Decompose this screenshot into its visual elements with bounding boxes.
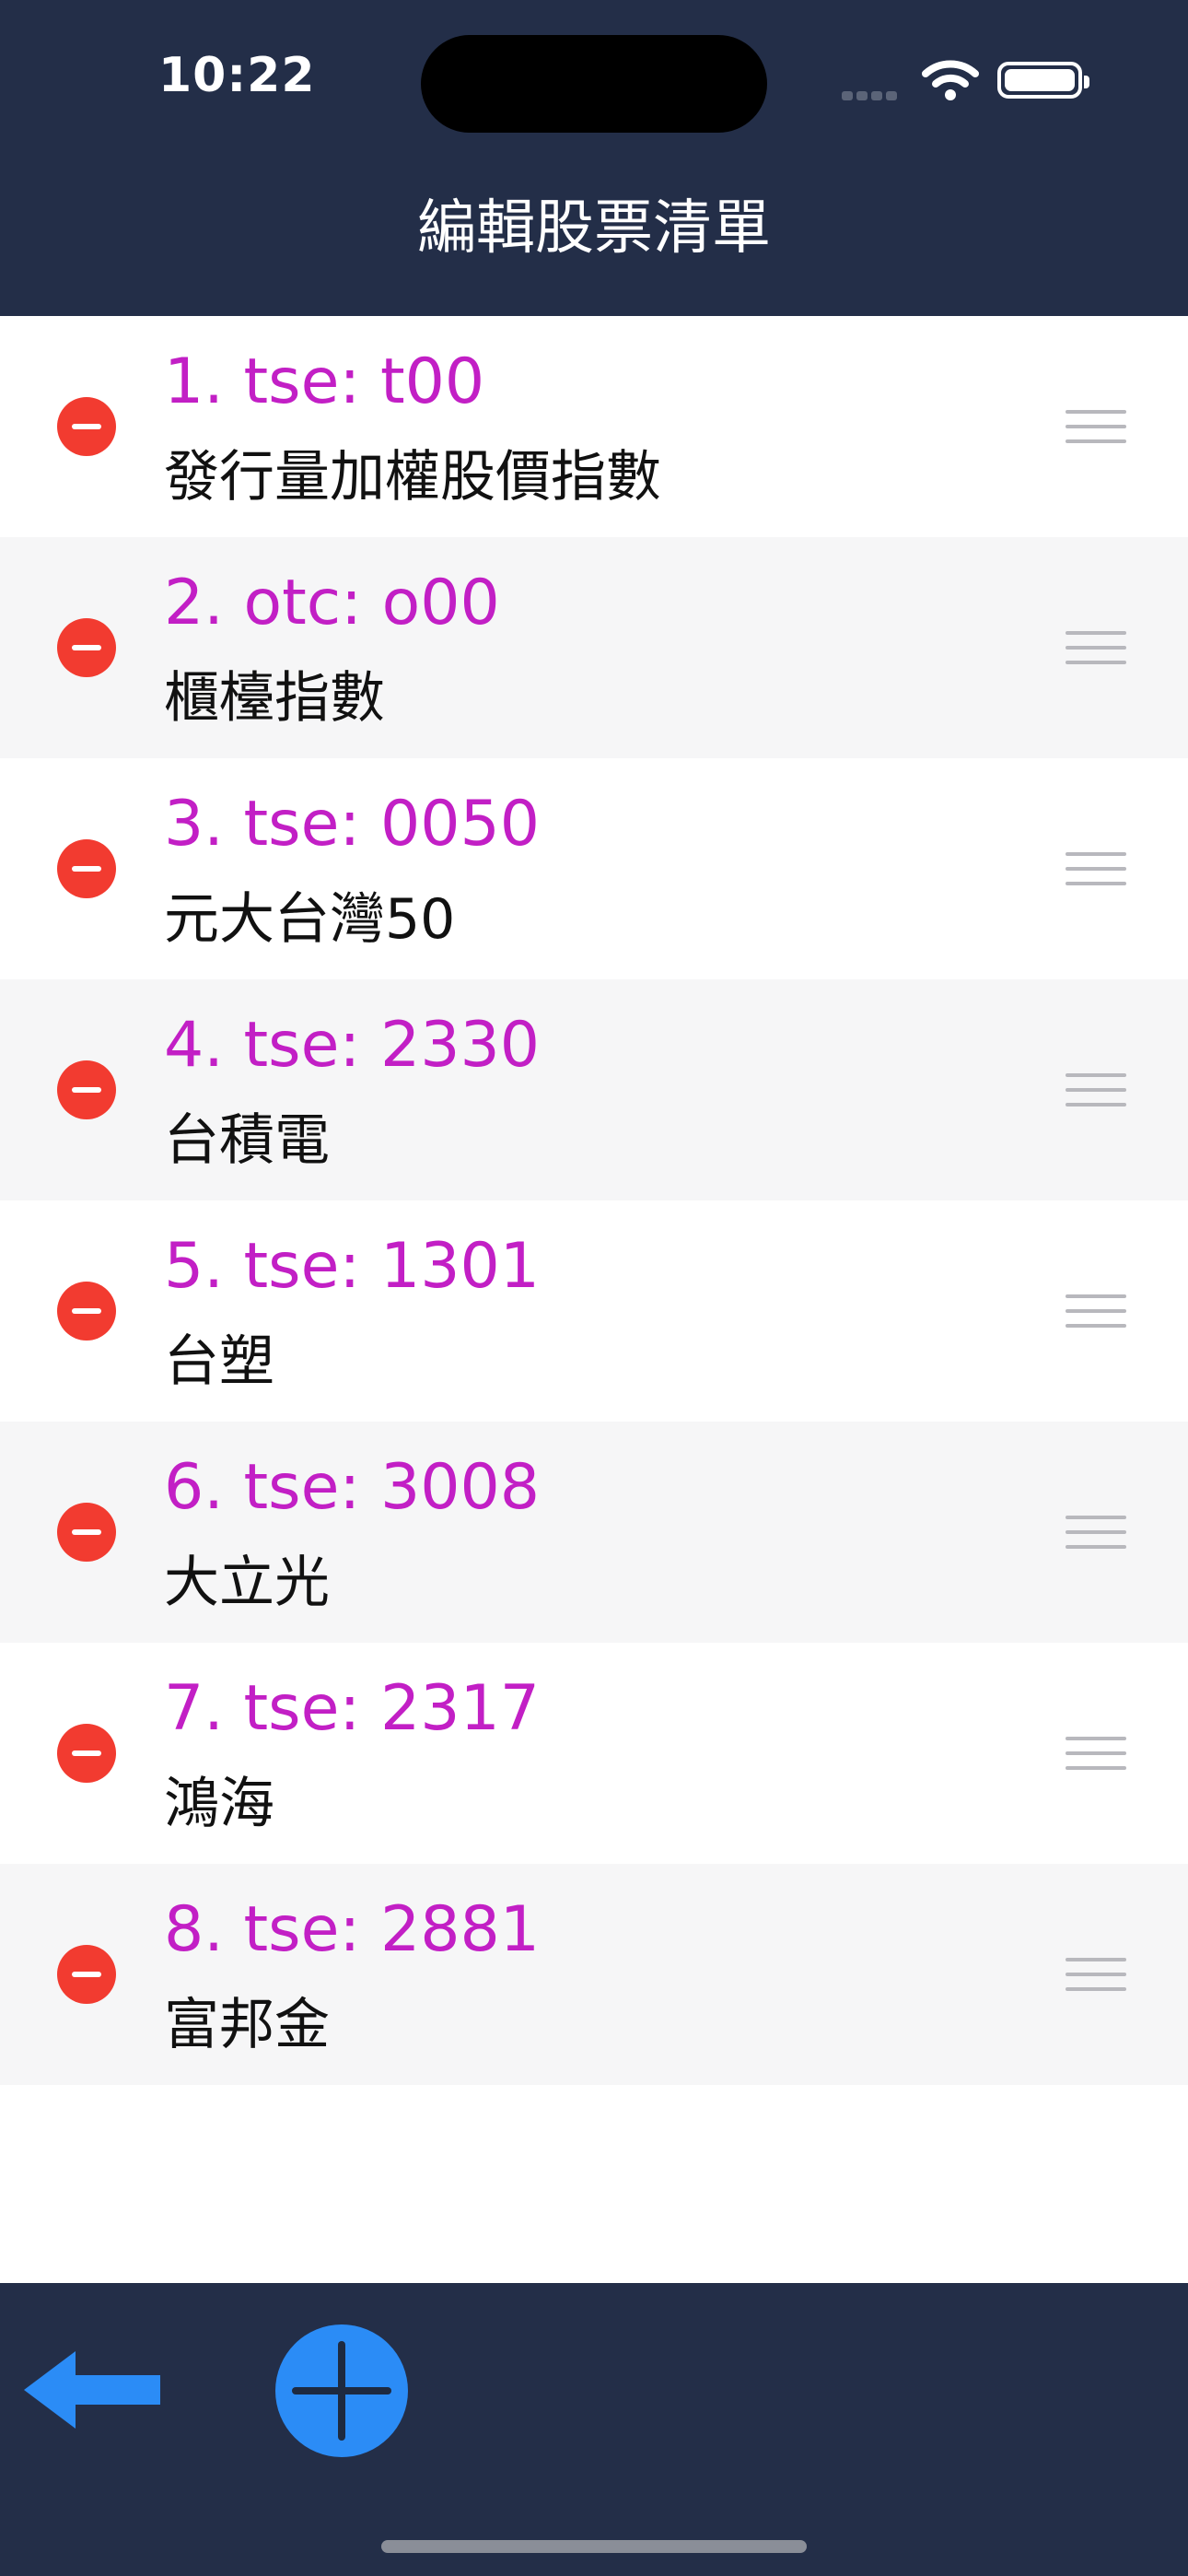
delete-icon[interactable] (57, 839, 116, 898)
stock-name: 發行量加權股價指數 (164, 445, 661, 509)
stock-code: 1. tse: t00 (164, 345, 485, 418)
stock-row[interactable]: 4. tse: 2330 台積電 (0, 979, 1188, 1200)
stock-code: 6. tse: 3008 (164, 1451, 540, 1524)
reorder-handle-icon[interactable] (1066, 410, 1126, 443)
delete-icon[interactable] (57, 1282, 116, 1341)
delete-icon[interactable] (57, 618, 116, 677)
stock-code: 3. tse: 0050 (164, 788, 540, 861)
page-title: 編輯股票清單 (417, 194, 771, 263)
reorder-handle-icon[interactable] (1066, 631, 1126, 664)
stock-name: 富邦金 (164, 1993, 330, 2057)
stock-name: 元大台灣50 (164, 887, 456, 952)
stock-row[interactable]: 3. tse: 0050 元大台灣50 (0, 758, 1188, 979)
stock-name: 台塑 (164, 1329, 274, 1394)
navigation-header: 10:22 編輯股票清單 (0, 0, 1188, 316)
plus-circle-icon[interactable] (275, 2324, 408, 2457)
reorder-handle-icon[interactable] (1066, 1737, 1126, 1770)
delete-icon[interactable] (57, 1060, 116, 1119)
delete-icon[interactable] (57, 1503, 116, 1562)
wifi-icon (922, 60, 979, 100)
stock-row[interactable]: 2. otc: o00 櫃檯指數 (0, 537, 1188, 758)
stock-name: 櫃檯指數 (164, 666, 385, 731)
reorder-handle-icon[interactable] (1066, 1073, 1126, 1107)
stock-name: 鴻海 (164, 1772, 274, 1836)
reorder-handle-icon[interactable] (1066, 1294, 1126, 1328)
reorder-handle-icon[interactable] (1066, 1958, 1126, 1991)
status-time: 10:22 (158, 48, 316, 103)
stock-list: 1. tse: t00 發行量加權股價指數 2. otc: o00 櫃檯指數 3… (0, 316, 1188, 2085)
reorder-handle-icon[interactable] (1066, 1516, 1126, 1549)
stock-code: 7. tse: 2317 (164, 1672, 540, 1745)
delete-icon[interactable] (57, 1945, 116, 2004)
stock-row[interactable]: 6. tse: 3008 大立光 (0, 1422, 1188, 1643)
delete-icon[interactable] (57, 1724, 116, 1783)
battery-icon (997, 62, 1089, 99)
stock-name: 台積電 (164, 1108, 330, 1173)
reorder-handle-icon[interactable] (1066, 852, 1126, 885)
stock-code: 4. tse: 2330 (164, 1009, 540, 1082)
stock-code: 2. otc: o00 (164, 567, 500, 639)
stock-row[interactable]: 7. tse: 2317 鴻海 (0, 1643, 1188, 1864)
home-indicator (381, 2540, 807, 2553)
stock-code: 8. tse: 2881 (164, 1893, 540, 1966)
stock-name: 大立光 (164, 1551, 330, 1615)
stock-row[interactable]: 8. tse: 2881 富邦金 (0, 1864, 1188, 2085)
stock-row[interactable]: 1. tse: t00 發行量加權股價指數 (0, 316, 1188, 537)
bottom-toolbar (0, 2283, 1188, 2576)
delete-icon[interactable] (57, 397, 116, 456)
dynamic-island (421, 35, 767, 133)
cellular-signal-icon (842, 87, 901, 104)
back-arrow-icon[interactable] (24, 2351, 160, 2429)
stock-code: 5. tse: 1301 (164, 1230, 540, 1303)
stock-row[interactable]: 5. tse: 1301 台塑 (0, 1200, 1188, 1422)
